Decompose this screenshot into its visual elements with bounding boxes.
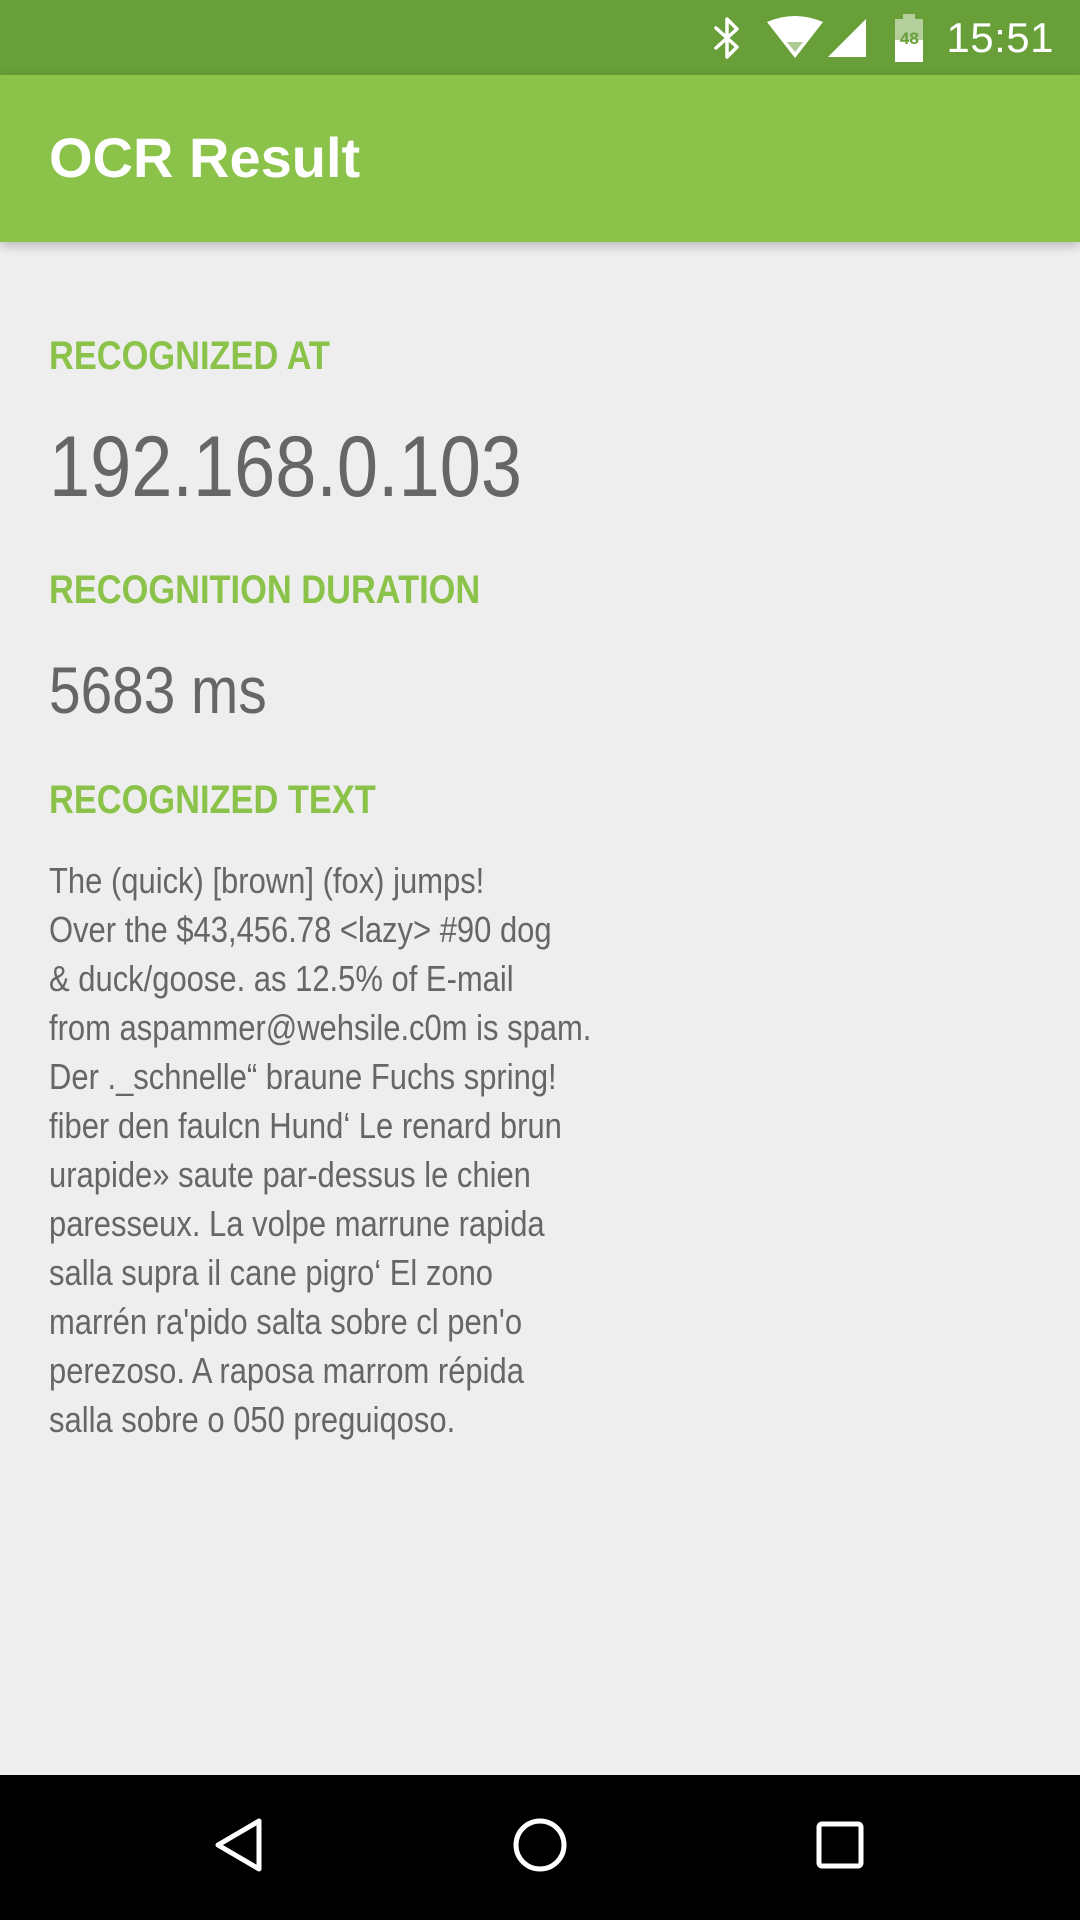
app-title: OCR Result — [49, 126, 361, 189]
wifi-icon — [766, 15, 824, 60]
recognition-duration-label: RECOGNITION DURATION — [49, 568, 481, 612]
home-button[interactable] — [450, 1775, 630, 1920]
status-bar: 48 15:51 — [0, 0, 1080, 75]
battery-icon: 48 — [894, 13, 924, 63]
back-button[interactable] — [150, 1775, 330, 1920]
recognized-text-label: RECOGNIZED TEXT — [49, 778, 376, 822]
app-bar: OCR Result — [0, 75, 1080, 242]
recents-icon — [810, 1815, 870, 1880]
recents-button[interactable] — [750, 1775, 930, 1920]
recognized-at-label: RECOGNIZED AT — [49, 334, 330, 378]
cell-signal-icon — [826, 17, 868, 59]
recognition-duration-value: 5683 ms — [49, 653, 267, 727]
navigation-bar — [0, 1775, 1080, 1920]
status-icons: 48 15:51 — [712, 0, 1054, 75]
recognized-text-value: The (quick) [brown] (fox) jumps! Over th… — [49, 860, 592, 1440]
recognized-at-value: 192.168.0.103 — [49, 419, 522, 515]
status-time: 15:51 — [946, 13, 1054, 61]
back-icon — [210, 1815, 270, 1880]
battery-level-text: 48 — [899, 28, 919, 48]
bluetooth-icon — [712, 15, 742, 61]
home-icon — [510, 1815, 570, 1880]
